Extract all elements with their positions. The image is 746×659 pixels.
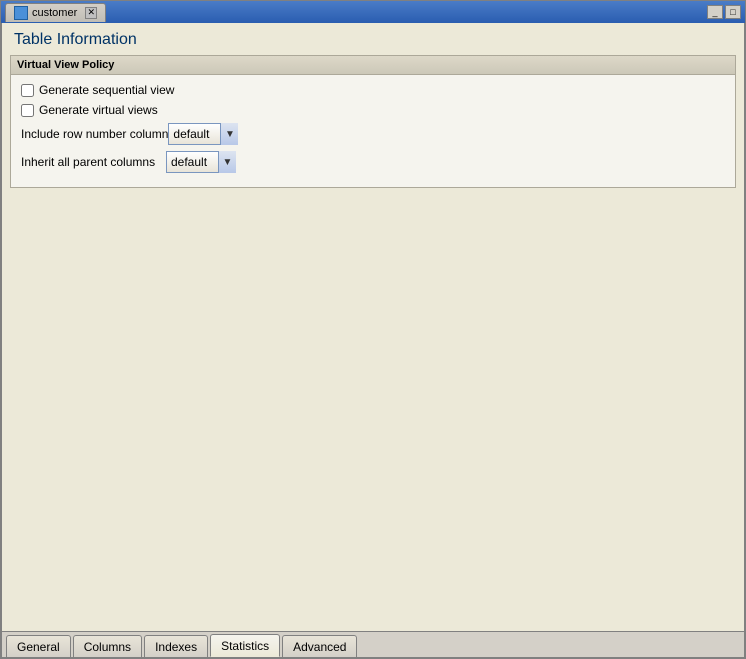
tab-close-button[interactable]: ✕ <box>85 7 97 19</box>
virtual-views-label: Generate virtual views <box>39 103 158 117</box>
sequential-view-row: Generate sequential view <box>21 83 725 97</box>
virtual-views-row: Generate virtual views <box>21 103 725 117</box>
title-tab[interactable]: customer ✕ <box>5 3 106 22</box>
tab-advanced[interactable]: Advanced <box>282 635 357 657</box>
sequential-view-checkbox[interactable] <box>21 84 34 97</box>
main-window: customer ✕ _ □ Table Information Virtual… <box>0 0 746 659</box>
section-body: Generate sequential view Generate virtua… <box>11 75 735 187</box>
page-title: Table Information <box>2 23 744 55</box>
tab-label: customer <box>32 7 77 19</box>
section-header: Virtual View Policy <box>11 56 735 75</box>
table-icon <box>14 6 28 20</box>
tab-general[interactable]: General <box>6 635 71 657</box>
sequential-view-label: Generate sequential view <box>39 83 174 97</box>
content-area <box>2 188 744 631</box>
include-row-number-dropdown-wrapper: default yes no ▼ <box>168 123 238 145</box>
window-controls: _ □ <box>707 5 741 19</box>
title-bar: customer ✕ _ □ <box>1 1 745 23</box>
tab-columns[interactable]: Columns <box>73 635 142 657</box>
main-content: Table Information Virtual View Policy Ge… <box>1 23 745 658</box>
restore-button[interactable]: □ <box>725 5 741 19</box>
include-row-number-select[interactable]: default yes no <box>168 123 238 145</box>
inherit-parent-columns-label: Inherit all parent columns <box>21 155 166 169</box>
tab-statistics[interactable]: Statistics <box>210 634 280 657</box>
minimize-button[interactable]: _ <box>707 5 723 19</box>
inherit-parent-columns-select[interactable]: default yes no <box>166 151 236 173</box>
virtual-views-checkbox[interactable] <box>21 104 34 117</box>
tab-bar: General Columns Indexes Statistics Advan… <box>2 631 744 657</box>
inherit-parent-columns-dropdown-wrapper: default yes no ▼ <box>166 151 236 173</box>
virtual-view-policy-section: Virtual View Policy Generate sequential … <box>10 55 736 188</box>
include-row-number-row: Include row number column default yes no… <box>21 123 725 145</box>
tab-indexes[interactable]: Indexes <box>144 635 208 657</box>
include-row-number-label: Include row number column <box>21 127 168 141</box>
inherit-parent-columns-row: Inherit all parent columns default yes n… <box>21 151 725 173</box>
